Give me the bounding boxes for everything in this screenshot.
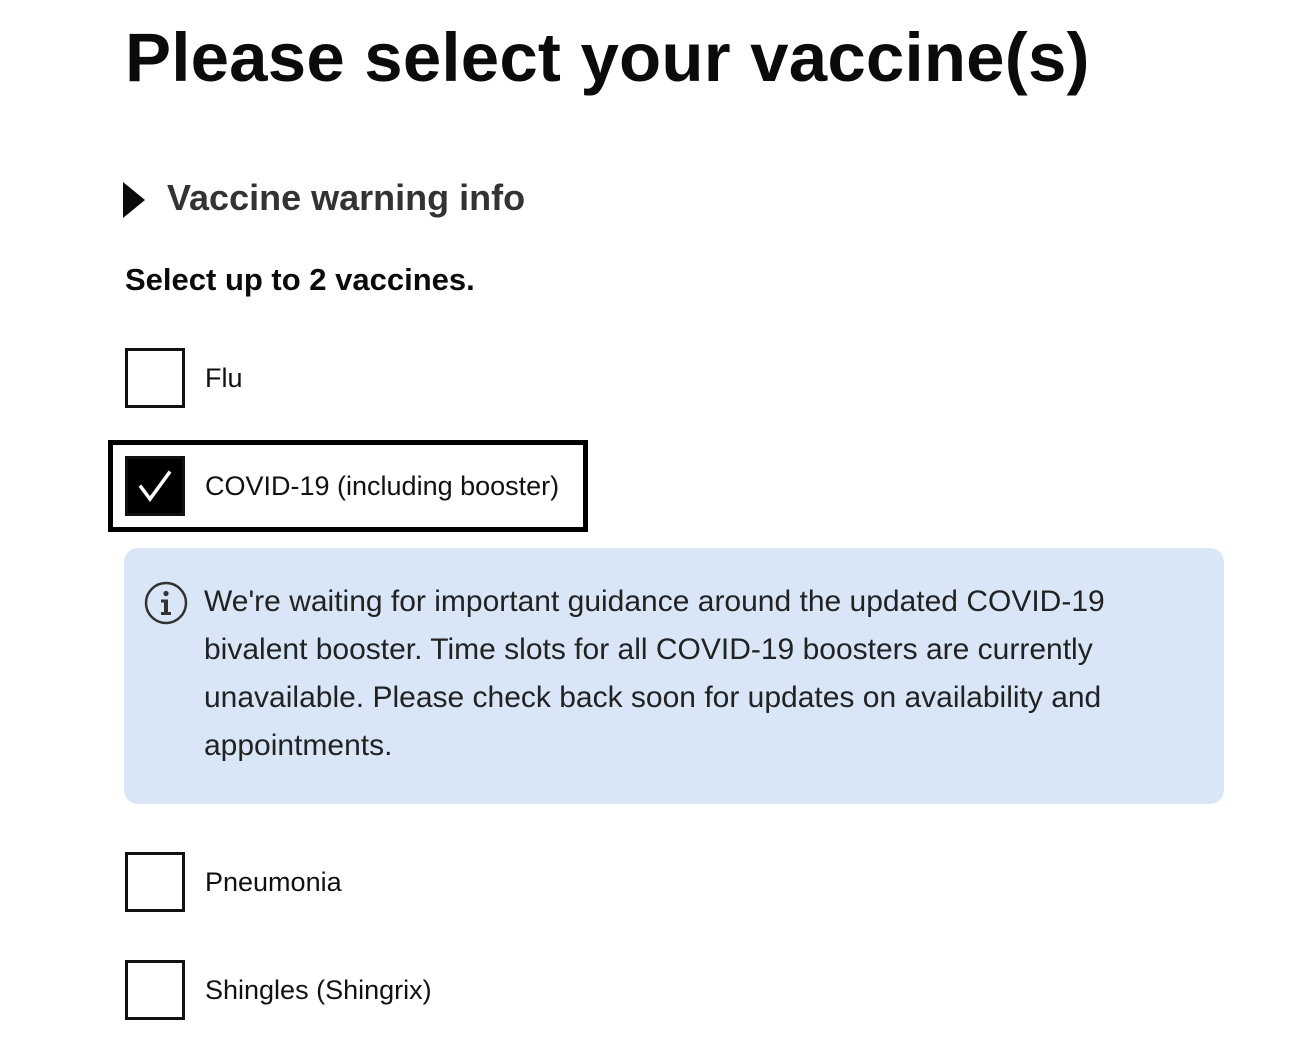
flu-label: Flu xyxy=(205,362,243,393)
vaccine-option-shingles[interactable]: Shingles (Shingrix) xyxy=(125,960,432,1020)
flu-checkbox[interactable] xyxy=(125,348,185,408)
vaccine-option-covid-19[interactable]: COVID-19 (including booster) xyxy=(125,456,559,516)
covid-19-label: COVID-19 (including booster) xyxy=(205,470,560,501)
vaccine-warning-info-toggle[interactable]: Vaccine warning info xyxy=(123,174,525,222)
info-icon xyxy=(144,581,188,625)
covid-booster-notice-text: We're waiting for important guidance aro… xyxy=(204,585,1105,762)
pneumonia-checkbox[interactable] xyxy=(125,852,185,912)
caret-right-icon xyxy=(123,182,145,218)
checkmark-icon xyxy=(138,470,172,502)
shingles-checkbox[interactable] xyxy=(125,960,185,1020)
vaccine-option-flu[interactable]: Flu xyxy=(125,348,243,408)
pneumonia-label: Pneumonia xyxy=(205,866,342,897)
vaccine-option-pneumonia[interactable]: Pneumonia xyxy=(125,852,342,912)
vaccine-warning-info-label: Vaccine warning info xyxy=(167,177,526,218)
covid-booster-notice: We're waiting for important guidance aro… xyxy=(124,548,1224,804)
covid-19-checkbox[interactable] xyxy=(125,456,185,516)
page-title: Please select your vaccine(s) xyxy=(125,19,1090,96)
shingles-label: Shingles (Shingrix) xyxy=(205,974,432,1005)
selection-instruction: Select up to 2 vaccines. xyxy=(125,262,475,297)
